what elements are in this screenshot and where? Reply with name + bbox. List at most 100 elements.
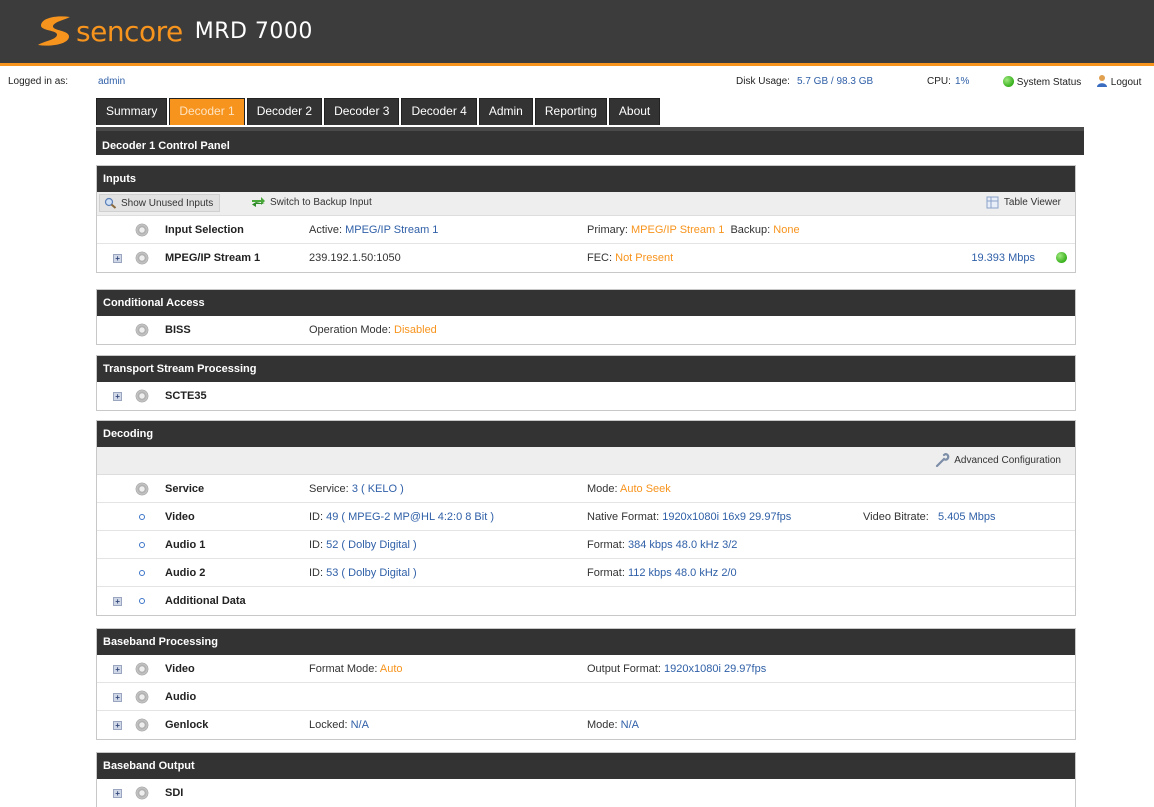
baseband-title: Baseband Processing xyxy=(97,629,1075,655)
logo-s-icon xyxy=(38,16,70,46)
service-row: Service Service: 3 ( KELO ) Mode: Auto S… xyxy=(97,475,1075,503)
video-id: ID: 49 ( MPEG-2 MP@HL 4:2:0 8 Bit ) xyxy=(309,511,494,523)
audio-2-format: Format: 112 kbps 48.0 kHz 2/0 xyxy=(587,567,737,579)
ca-title: Conditional Access xyxy=(97,290,1075,316)
inputs-section: Inputs Show Unused Inputs Switch to Back… xyxy=(96,165,1076,273)
table-icon xyxy=(986,196,999,209)
audio-2-row: Audio 2 ID: 53 ( Dolby Digital ) Format:… xyxy=(97,559,1075,587)
system-status-label: System Status xyxy=(1016,77,1082,88)
conditional-access-section: Conditional Access BISS Operation Mode: … xyxy=(96,289,1076,345)
scte35-row: + SCTE35 xyxy=(97,382,1075,410)
service-value: Service: 3 ( KELO ) xyxy=(309,483,404,495)
disk-usage-label: Disk Usage: xyxy=(736,76,790,87)
system-status-icon xyxy=(1003,76,1014,87)
disk-usage-value: 5.7 GB / 98.3 GB xyxy=(797,76,874,87)
input-selection-row: Input Selection Active: MPEG/IP Stream 1… xyxy=(97,216,1075,244)
baseband-output-section: Baseband Output + SDI xyxy=(96,752,1076,807)
stream-address: 239.192.1.50:1050 xyxy=(309,252,401,264)
fec-status: FEC: Not Present xyxy=(587,252,674,264)
service-label: Service xyxy=(165,483,205,495)
gear-icon[interactable] xyxy=(135,389,149,403)
stream-label: MPEG/IP Stream 1 xyxy=(165,252,261,264)
biss-row: BISS Operation Mode: Disabled xyxy=(97,316,1075,344)
cpu-label: CPU: xyxy=(927,76,951,87)
audio-1-format: Format: 384 kbps 48.0 kHz 3/2 xyxy=(587,539,738,551)
brand-name: sencore xyxy=(76,14,183,48)
format-mode: Format Mode: Auto xyxy=(309,663,403,675)
circle-icon xyxy=(139,570,145,576)
genlock-mode: Mode: N/A xyxy=(587,719,639,731)
gear-icon[interactable] xyxy=(135,482,149,496)
audio-1-label: Audio 1 xyxy=(165,539,206,551)
input-selection-label: Input Selection xyxy=(165,224,244,236)
tab-decoder-1[interactable]: Decoder 1 xyxy=(169,98,245,125)
gear-icon[interactable] xyxy=(135,223,149,237)
output-title: Baseband Output xyxy=(97,753,1075,779)
sdi-label: SDI xyxy=(165,787,184,799)
sdi-row: + SDI xyxy=(97,779,1075,807)
show-unused-label: Show Unused Inputs xyxy=(121,197,214,209)
stream-bitrate: 19.393 Mbps xyxy=(971,252,1035,264)
inputs-toolbar: Show Unused Inputs Switch to Backup Inpu… xyxy=(97,192,1075,216)
gear-icon[interactable] xyxy=(135,690,149,704)
expand-icon[interactable]: + xyxy=(113,665,122,674)
biss-label: BISS xyxy=(165,324,191,336)
circle-icon xyxy=(139,542,145,548)
tab-decoder-2[interactable]: Decoder 2 xyxy=(246,98,323,125)
baseband-processing-section: Baseband Processing + Video Format Mode:… xyxy=(96,628,1076,740)
expand-icon[interactable]: + xyxy=(113,789,122,798)
tab-about[interactable]: About xyxy=(608,98,661,125)
expand-icon[interactable]: + xyxy=(113,597,122,606)
output-format: Output Format: 1920x1080i 29.97fps xyxy=(587,663,767,675)
gear-icon[interactable] xyxy=(135,323,149,337)
advanced-configuration-button[interactable]: Advanced Configuration xyxy=(935,453,1061,467)
video-label: Video xyxy=(165,511,195,523)
genlock-locked: Locked: N/A xyxy=(309,719,369,731)
bb-video-row: + Video Format Mode: Auto Output Format:… xyxy=(97,655,1075,683)
gear-icon[interactable] xyxy=(135,786,149,800)
app-header: sencore MRD 7000 xyxy=(0,0,1154,66)
expand-icon[interactable]: + xyxy=(113,721,122,730)
advanced-configuration-label: Advanced Configuration xyxy=(954,454,1061,466)
tsp-title: Transport Stream Processing xyxy=(97,356,1075,382)
tab-decoder-3[interactable]: Decoder 3 xyxy=(324,98,400,125)
biss-operation-mode: Operation Mode: Disabled xyxy=(309,324,437,336)
additional-data-label: Additional Data xyxy=(165,595,246,607)
tab-admin[interactable]: Admin xyxy=(478,98,533,125)
bb-audio-row: + Audio xyxy=(97,683,1075,711)
switch-to-backup-button[interactable]: Switch to Backup Input xyxy=(251,196,372,208)
gear-icon[interactable] xyxy=(135,251,149,265)
user-link[interactable]: admin xyxy=(98,76,125,87)
additional-data-row: + Additional Data xyxy=(97,587,1075,615)
tab-decoder-4[interactable]: Decoder 4 xyxy=(401,98,477,125)
service-mode: Mode: Auto Seek xyxy=(587,483,671,495)
magnifier-icon xyxy=(104,197,117,209)
expand-icon[interactable]: + xyxy=(113,254,122,263)
product-name: MRD 7000 xyxy=(194,18,313,44)
gear-icon[interactable] xyxy=(135,662,149,676)
video-bitrate: Video Bitrate: 5.405 Mbps xyxy=(863,511,996,523)
user-icon xyxy=(1097,75,1107,87)
video-native-format: Native Format: 1920x1080i 16x9 29.97fps xyxy=(587,511,792,523)
circle-icon xyxy=(139,514,145,520)
logout-button[interactable]: Logout xyxy=(1096,74,1141,88)
table-viewer-button[interactable]: Table Viewer xyxy=(986,196,1061,209)
genlock-row: + Genlock Locked: N/A Mode: N/A xyxy=(97,711,1075,739)
show-unused-inputs-button[interactable]: Show Unused Inputs xyxy=(99,194,221,212)
expand-icon[interactable]: + xyxy=(113,693,122,702)
sencore-logo: sencore MRD 7000 xyxy=(36,14,313,48)
logged-in-label: Logged in as: xyxy=(8,76,69,87)
tab-summary[interactable]: Summary xyxy=(96,98,168,125)
table-viewer-label: Table Viewer xyxy=(1003,197,1061,208)
mpeg-ip-stream-row: + MPEG/IP Stream 1 239.192.1.50:1050 FEC… xyxy=(97,244,1075,272)
video-row: Video ID: 49 ( MPEG-2 MP@HL 4:2:0 8 Bit … xyxy=(97,503,1075,531)
system-status[interactable]: System Status xyxy=(1003,76,1081,88)
decoding-section: Decoding Advanced Configuration Service … xyxy=(96,420,1076,616)
main-tabs: Summary Decoder 1 Decoder 2 Decoder 3 De… xyxy=(96,98,662,125)
decoding-title: Decoding xyxy=(97,421,1075,447)
expand-icon[interactable]: + xyxy=(113,392,122,401)
panel-title: Decoder 1 Control Panel xyxy=(96,127,1084,155)
bb-audio-label: Audio xyxy=(165,691,197,703)
gear-icon[interactable] xyxy=(135,718,149,732)
tab-reporting[interactable]: Reporting xyxy=(534,98,607,125)
